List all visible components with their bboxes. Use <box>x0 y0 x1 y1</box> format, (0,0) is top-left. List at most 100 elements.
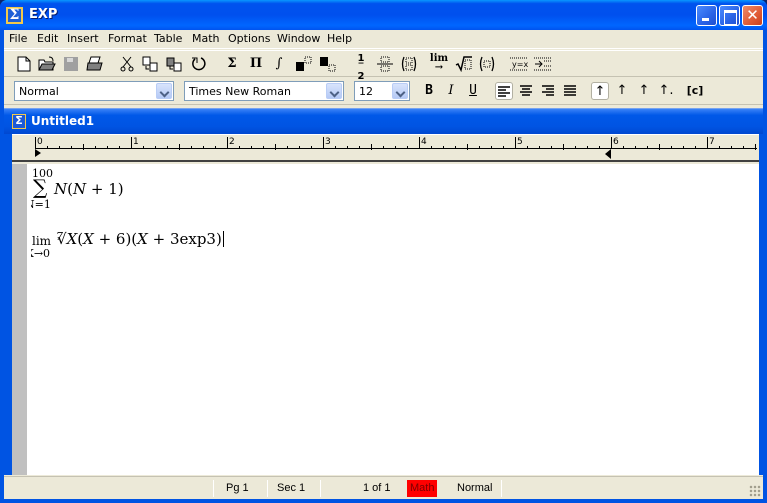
limit-operator: lim <box>32 234 52 248</box>
title-bar[interactable]: Σ EXP ✕ <box>0 0 767 30</box>
up-arrow-icon: ↑. <box>658 83 674 98</box>
chevron-down-icon[interactable] <box>326 83 342 99</box>
math-cursor-1-button[interactable]: ↑ <box>591 82 609 100</box>
underline-button[interactable]: U <box>464 82 482 100</box>
ruler-label: 6 <box>613 137 619 147</box>
code-button[interactable]: [c] <box>686 82 704 100</box>
math-cursor-4-button[interactable]: ↑. <box>657 82 675 100</box>
italic-button[interactable]: I <box>442 82 460 100</box>
document-frame-left <box>4 134 12 475</box>
brackets-button[interactable] <box>477 54 497 74</box>
close-icon: ✕ <box>746 6 759 24</box>
maximize-button[interactable] <box>719 5 740 26</box>
bold-button[interactable]: B <box>420 82 438 100</box>
menu-window[interactable]: Window <box>277 32 320 45</box>
sigma-icon[interactable]: Σ <box>6 7 23 24</box>
menu-options[interactable]: Options <box>228 32 270 45</box>
right-indent-marker[interactable] <box>605 149 611 159</box>
align-center-button[interactable] <box>517 82 535 100</box>
integral-button[interactable]: ∫ <box>269 54 289 74</box>
product-button[interactable]: Π <box>246 54 266 74</box>
align-right-button[interactable] <box>539 82 557 100</box>
status-style: Normal <box>457 482 493 494</box>
menu-insert[interactable]: Insert <box>67 32 99 45</box>
solve-button[interactable] <box>533 54 553 74</box>
radical-icon: √ <box>57 230 67 248</box>
standard-toolbar: Σ Π ∫ 1 ‾ 2 lim → y=x <box>4 50 763 82</box>
status-section: Sec 1 <box>277 482 306 494</box>
status-separator <box>501 480 502 497</box>
undo-button[interactable] <box>189 54 209 74</box>
up-arrow-icon: ↑ <box>638 83 650 98</box>
new-button[interactable] <box>14 54 34 74</box>
save-button[interactable] <box>61 54 81 74</box>
ruler-tick <box>755 144 756 150</box>
menu-bar: File Edit Insert Format Table Math Optio… <box>4 30 763 48</box>
ruler-label: 1 <box>133 137 139 147</box>
align-left-icon <box>498 86 510 97</box>
limit-subscript: X→0 <box>31 247 57 260</box>
evaluate-button[interactable]: y=x <box>509 54 529 74</box>
menu-format[interactable]: Format <box>108 32 147 45</box>
chevron-down-icon[interactable] <box>392 83 408 99</box>
svg-text:y=x: y=x <box>512 60 528 69</box>
font-select[interactable]: Times New Roman <box>184 81 344 101</box>
menu-edit[interactable]: Edit <box>37 32 58 45</box>
sum-lower-limit: N=1 <box>31 198 51 211</box>
save-icon <box>64 57 78 71</box>
limit-button[interactable]: lim → <box>429 54 449 74</box>
menu-help[interactable]: Help <box>327 32 352 45</box>
style-select[interactable]: Normal <box>14 81 174 101</box>
left-indent-marker[interactable] <box>35 149 41 157</box>
limit-subscript-text: X→0 <box>31 247 51 260</box>
matrix-brackets-icon <box>401 56 417 72</box>
menu-file[interactable]: File <box>9 32 27 45</box>
sigma-icon: Σ <box>227 56 237 71</box>
ruler-label: 7 <box>709 137 715 147</box>
up-arrow-icon: ↑ <box>616 83 628 98</box>
sum-button[interactable]: Σ <box>222 54 242 74</box>
math-cursor-2-button[interactable]: ↑ <box>613 82 631 100</box>
subscript-button[interactable] <box>318 54 338 74</box>
math-cursor-3-button[interactable]: ↑ <box>635 82 653 100</box>
status-mode-badge: Math <box>407 480 438 497</box>
ruler-tick <box>467 144 468 150</box>
chevron-down-icon[interactable] <box>156 83 172 99</box>
client-area: File Edit Insert Format Table Math Optio… <box>4 30 763 499</box>
sqrt-button[interactable] <box>454 54 474 74</box>
close-button[interactable]: ✕ <box>742 5 763 26</box>
superscript-button[interactable] <box>294 54 314 74</box>
evaluate-icon: y=x <box>510 57 528 71</box>
limit-icon: lim → <box>429 53 449 73</box>
ruler-label: 2 <box>229 137 235 147</box>
open-button[interactable] <box>37 54 57 74</box>
print-button[interactable] <box>85 54 105 74</box>
align-left-button[interactable] <box>495 82 513 100</box>
copy-button[interactable] <box>141 54 161 74</box>
paste-button[interactable] <box>165 54 185 74</box>
ruler[interactable]: 0 1 2 3 4 5 6 7 <box>12 134 759 162</box>
ruler-tick <box>275 144 276 150</box>
sum-operator: ∑ <box>33 175 48 199</box>
minimize-button[interactable] <box>696 5 717 26</box>
app-window: Σ EXP ✕ File Edit Insert Format Table Ma… <box>0 0 767 503</box>
status-separator <box>213 480 214 497</box>
fraction-button[interactable]: 1 ‾ 2 <box>351 54 371 82</box>
cut-button[interactable] <box>117 54 137 74</box>
stack-button[interactable] <box>375 54 395 74</box>
resize-grip-icon[interactable] <box>749 485 761 497</box>
menu-math[interactable]: Math <box>192 32 220 45</box>
sigma-icon[interactable]: Σ <box>12 114 26 129</box>
ruler-tick <box>371 144 372 150</box>
style-value: Normal <box>19 85 59 98</box>
print-icon <box>86 56 103 71</box>
superscript-icon <box>296 56 312 71</box>
justify-button[interactable] <box>561 82 579 100</box>
document-title-bar[interactable]: Σ Untitled1 <box>4 108 763 134</box>
document-page[interactable]: 100 ∑ N=1 N(N + 1) lim X→0 7√X(X + 6)(X … <box>27 164 759 475</box>
menu-table[interactable]: Table <box>154 32 182 45</box>
size-select[interactable]: 12 <box>354 81 410 101</box>
status-page: Pg 1 <box>226 482 249 494</box>
menu-separator <box>4 48 763 49</box>
matrix-button[interactable] <box>399 54 419 74</box>
